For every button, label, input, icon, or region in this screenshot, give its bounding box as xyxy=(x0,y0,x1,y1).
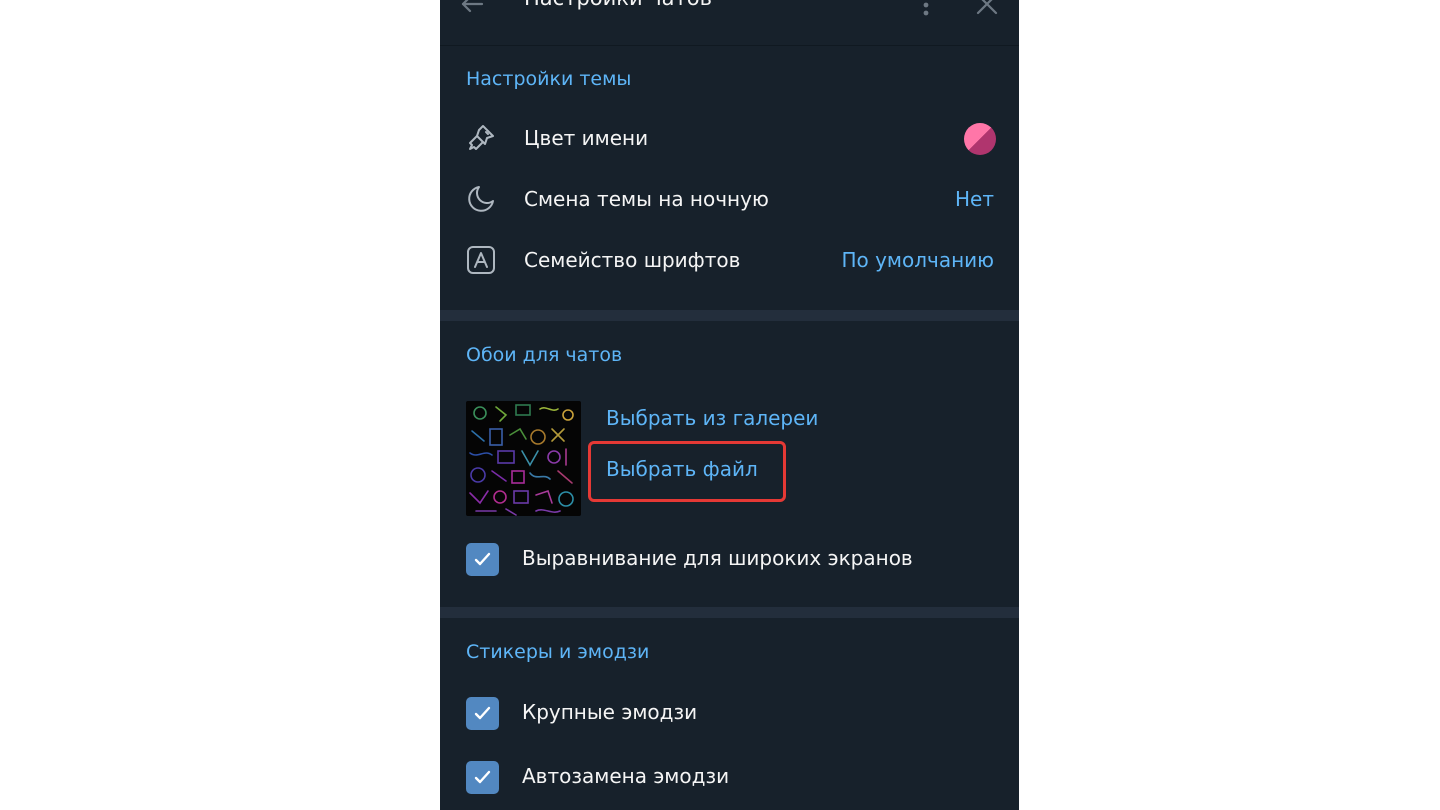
wallpaper-preview[interactable] xyxy=(466,401,581,516)
moon-icon xyxy=(466,184,496,214)
page-title: Настройки чатов xyxy=(524,0,712,10)
stickers-section-title: Стикеры и эмодзи xyxy=(466,641,650,663)
replace-emoji-checkbox[interactable] xyxy=(466,761,499,794)
arrow-left-icon[interactable] xyxy=(458,0,486,18)
panel-header: Настройки чатов xyxy=(440,0,1019,46)
wide-screen-checkbox[interactable] xyxy=(466,543,499,576)
font-family-value: По умолчанию xyxy=(841,248,994,272)
font-family-row[interactable]: Семейство шрифтов По умолчанию xyxy=(440,233,1019,289)
theme-section-title: Настройки темы xyxy=(466,68,632,90)
font-family-label: Семейство шрифтов xyxy=(524,248,741,272)
choose-from-gallery-link[interactable]: Выбрать из галереи xyxy=(606,406,818,430)
wide-screen-align-option[interactable]: Выравнивание для широких экранов xyxy=(440,535,1019,585)
choose-file-link[interactable]: Выбрать файл xyxy=(606,457,758,481)
font-icon xyxy=(466,245,496,275)
close-icon[interactable] xyxy=(974,0,1000,17)
replace-emoji-label: Автозамена эмодзи xyxy=(522,764,730,788)
more-vertical-icon[interactable] xyxy=(916,0,936,18)
night-theme-label: Смена темы на ночную xyxy=(524,187,769,211)
name-color-swatch[interactable] xyxy=(964,123,996,155)
night-theme-value: Нет xyxy=(955,187,994,211)
chat-settings-panel: Настройки чатов Настройки темы Цвет имен… xyxy=(440,0,1019,810)
name-color-row[interactable]: Цвет имени xyxy=(440,111,1019,167)
replace-emoji-option[interactable]: Автозамена эмодзи xyxy=(440,753,1019,803)
name-color-label: Цвет имени xyxy=(524,126,649,150)
large-emoji-option[interactable]: Крупные эмодзи xyxy=(440,689,1019,739)
section-divider xyxy=(440,607,1019,618)
large-emoji-checkbox[interactable] xyxy=(466,697,499,730)
large-emoji-label: Крупные эмодзи xyxy=(522,700,698,724)
section-divider xyxy=(440,310,1019,321)
wallpaper-section-title: Обои для чатов xyxy=(466,344,623,366)
brush-icon xyxy=(466,123,496,153)
wide-screen-label: Выравнивание для широких экранов xyxy=(522,546,913,570)
night-theme-row[interactable]: Смена темы на ночную Нет xyxy=(440,172,1019,228)
